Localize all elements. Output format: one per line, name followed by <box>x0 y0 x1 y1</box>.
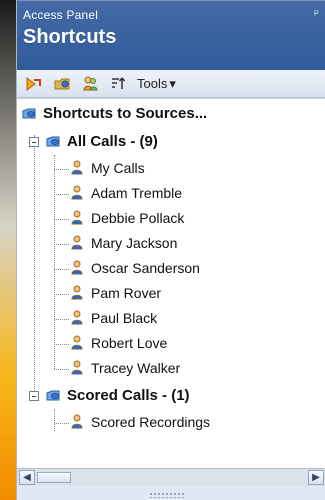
tree-connector <box>34 135 35 391</box>
user-icon <box>69 285 85 301</box>
tree-connector <box>54 169 69 170</box>
tree-connector <box>54 369 69 370</box>
tree-item-debbie-pollack[interactable]: Debbie Pollack <box>69 210 184 226</box>
tree-connector <box>54 409 55 431</box>
tree-item-paul-black[interactable]: Paul Black <box>69 310 157 326</box>
tree-group-all-calls[interactable]: All Calls - (9) <box>29 133 158 150</box>
tree-group-scored-calls[interactable]: Scored Calls - (1) <box>29 387 190 404</box>
sources-icon <box>21 106 37 122</box>
tree-item-label: Tracey Walker <box>91 360 181 376</box>
background-strip <box>0 0 16 500</box>
tree-item-label: Paul Black <box>91 310 158 326</box>
scroll-thumb[interactable] <box>37 472 71 483</box>
tree-connector <box>54 194 69 195</box>
tree-item-label: Robert Love <box>91 335 168 351</box>
scroll-right-icon[interactable]: ▶ <box>308 470 324 485</box>
tree-connector <box>54 219 69 220</box>
user-icon <box>69 160 85 176</box>
tools-label: Tools <box>137 76 168 91</box>
tree-item-adam-tremble[interactable]: Adam Tremble <box>69 185 182 201</box>
tree-item-mary-jackson[interactable]: Mary Jackson <box>69 235 177 251</box>
tree-connector <box>54 269 69 270</box>
sort-button[interactable] <box>109 75 127 93</box>
folder-button[interactable] <box>53 75 71 93</box>
tree-connector <box>54 344 69 345</box>
group-icon <box>45 134 61 150</box>
horizontal-scrollbar[interactable]: ◀ ▶ <box>17 468 325 486</box>
pin-icon[interactable]: ᵖ <box>314 7 319 21</box>
tree-item-label: My Calls <box>91 160 145 176</box>
tools-menu[interactable]: Tools ▾ <box>137 76 176 92</box>
tree-root-label: Shortcuts to Sources... <box>43 105 208 122</box>
collapse-icon[interactable] <box>29 390 39 401</box>
tree-item-robert-love[interactable]: Robert Love <box>69 335 167 351</box>
collapse-icon[interactable] <box>29 136 39 147</box>
user-icon <box>69 210 85 226</box>
tree-group-label: All Calls - (9) <box>67 133 158 150</box>
tree-connector <box>54 423 69 424</box>
tree-item-oscar-sanderson[interactable]: Oscar Sanderson <box>69 260 200 276</box>
chevron-down-icon: ▾ <box>169 75 176 91</box>
tree-item-pam-rover[interactable]: Pam Rover <box>69 285 161 301</box>
user-icon <box>69 310 85 326</box>
shortcut-button[interactable] <box>25 75 43 93</box>
users-button[interactable] <box>81 75 99 93</box>
tree-item-label: Pam Rover <box>91 285 162 301</box>
tree-item-label: Adam Tremble <box>91 185 183 201</box>
user-icon <box>69 235 85 251</box>
tree-item-scored-recordings[interactable]: Scored Recordings <box>69 414 210 430</box>
user-icon <box>69 360 85 376</box>
tree-item-tracey-walker[interactable]: Tracey Walker <box>69 360 180 376</box>
resize-grip-icon[interactable] <box>149 492 185 498</box>
shortcuts-tree: Shortcuts to Sources... All Calls - (9) <box>17 98 325 469</box>
panel-subtitle: Access Panel <box>23 8 99 22</box>
group-icon <box>45 388 61 404</box>
tree-group-label: Scored Calls - (1) <box>67 387 190 404</box>
scroll-left-icon[interactable]: ◀ <box>19 470 35 485</box>
user-icon <box>69 335 85 351</box>
tree-root: Shortcuts to Sources... <box>21 105 207 122</box>
tree-connector <box>54 155 55 369</box>
user-icon <box>69 260 85 276</box>
sort-icon <box>112 77 126 89</box>
tree-item-label: Debbie Pollack <box>91 210 185 226</box>
tree-item-my-calls[interactable]: My Calls <box>69 160 145 176</box>
tree-connector <box>54 294 69 295</box>
user-icon <box>69 185 85 201</box>
title-bar: Access Panel Shortcuts ᵖ <box>17 0 325 70</box>
user-icon <box>69 414 85 430</box>
toolbar: Tools ▾ <box>17 70 325 98</box>
tree-connector <box>54 244 69 245</box>
access-panel: Access Panel Shortcuts ᵖ Tools ▾ Shortcu… <box>16 0 325 500</box>
tree-item-label: Scored Recordings <box>91 414 211 430</box>
tree-connector <box>54 319 69 320</box>
tree-item-label: Oscar Sanderson <box>91 260 200 276</box>
shortcut-icon <box>26 76 41 91</box>
users-icon <box>83 76 98 90</box>
panel-title: Shortcuts <box>23 26 117 48</box>
folder-icon <box>54 78 70 89</box>
tree-item-label: Mary Jackson <box>91 235 178 251</box>
